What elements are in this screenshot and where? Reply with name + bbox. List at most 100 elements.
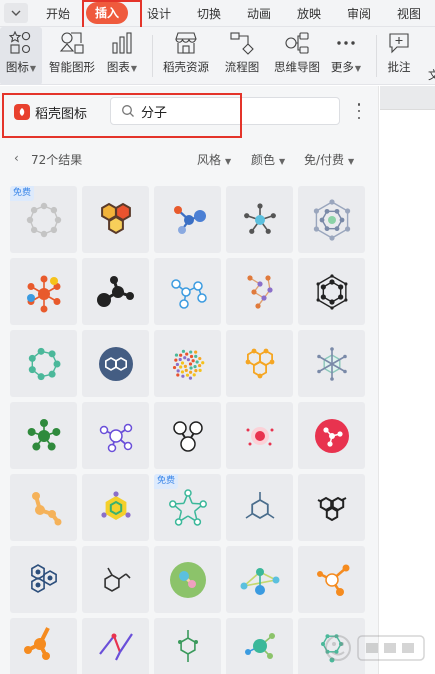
tab-review[interactable]: 审阅 — [347, 5, 371, 22]
icon-tile[interactable] — [226, 546, 293, 613]
tab-insert[interactable]: 插入 — [86, 2, 129, 24]
lineart-molecule-icon — [243, 202, 276, 234]
icon-tile[interactable] — [226, 618, 293, 674]
panel-more-button[interactable] — [356, 103, 362, 119]
colorful-atom-icon — [26, 275, 60, 312]
icon-button[interactable]: 图标▼ — [0, 27, 42, 85]
tab-animations[interactable]: 动画 — [247, 5, 271, 22]
icon-tile[interactable] — [10, 330, 77, 397]
icon-tile[interactable] — [82, 402, 149, 469]
icon-tile[interactable] — [154, 186, 221, 253]
search-input[interactable] — [141, 102, 331, 120]
flowchart-button[interactable]: 流程图 — [220, 27, 264, 85]
teal-partial-icon — [320, 633, 343, 662]
triangle-down-icon: ▼ — [225, 157, 232, 166]
back-chevron-icon[interactable]: ‹ — [14, 151, 19, 165]
icon-tile[interactable] — [154, 546, 221, 613]
ribbon: 图标▼ 智能图形 图表▼ 稻壳资源 流程图 思维导图 更多▼ 批注 文 — [0, 27, 435, 85]
ribbon-separator — [152, 35, 153, 77]
icon-tile[interactable] — [82, 546, 149, 613]
tab-view[interactable]: 视图 — [397, 5, 421, 22]
icon-tile[interactable] — [10, 546, 77, 613]
icon-tile[interactable] — [226, 402, 293, 469]
blue-branch-molecule-icon — [170, 278, 207, 309]
icon-tile[interactable] — [82, 258, 149, 325]
comment-icon — [389, 33, 409, 54]
filter-price-dropdown[interactable]: 免/付费 ▼ — [304, 151, 354, 168]
tab-transitions[interactable]: 切换 — [197, 5, 221, 22]
icon-tile[interactable] — [226, 330, 293, 397]
icon-tile[interactable] — [298, 546, 365, 613]
icon-tile[interactable] — [226, 186, 293, 253]
orange-molecule-partial-icon — [23, 626, 50, 660]
red-circle-molecule-icon — [314, 418, 349, 453]
structural-formula-icon — [103, 567, 131, 592]
filter-style-dropdown[interactable]: 风格 ▼ — [197, 151, 231, 168]
icon-tile[interactable] — [82, 474, 149, 541]
teal-structure-icon — [316, 346, 347, 381]
filter-price-label: 免/付费 — [304, 153, 345, 167]
icon-tile[interactable] — [298, 618, 365, 674]
pink-particle-icon — [246, 426, 273, 445]
mindmap-icon — [285, 32, 309, 54]
icon-tile[interactable] — [298, 186, 365, 253]
comment-label: 批注 — [387, 60, 411, 74]
tab-slideshow[interactable]: 放映 — [297, 5, 321, 22]
mindmap-button[interactable]: 思维导图 — [270, 27, 324, 85]
icon-tile[interactable] — [10, 258, 77, 325]
daoke-resources-button[interactable]: 稻壳资源 — [158, 27, 214, 85]
outline-molecule-icon — [172, 420, 203, 452]
more-button[interactable]: 更多▼ — [328, 27, 364, 85]
green-circle-molecule-icon — [169, 561, 206, 598]
daoke-logo-icon — [14, 104, 30, 120]
icon-tile[interactable] — [298, 474, 365, 541]
free-badge: 免费 — [154, 474, 179, 489]
menu-bar: 开始 插入 设计 切换 动画 放映 审阅 视图 — [0, 0, 435, 27]
menu-collapse-button[interactable] — [4, 3, 28, 23]
smartart-icon — [59, 32, 84, 54]
blue-molecule-icon — [173, 205, 206, 234]
icon-tile[interactable] — [154, 618, 221, 674]
icon-tile[interactable] — [226, 474, 293, 541]
benzene-ring-icon — [316, 273, 347, 310]
icon-tile[interactable] — [10, 402, 77, 469]
icon-tile[interactable] — [82, 330, 149, 397]
icon-button-label: 图标 — [5, 60, 29, 74]
icon-tile[interactable] — [298, 402, 365, 469]
triangle-down-icon: ▼ — [279, 157, 286, 166]
partial-ribbon-label: 文 — [428, 68, 435, 82]
icon-tile[interactable]: 免费 — [10, 186, 77, 253]
green-fan-molecule-icon — [240, 567, 279, 595]
slide-canvas-edge — [380, 86, 435, 674]
icon-tile[interactable] — [154, 330, 221, 397]
icon-tile[interactable] — [82, 186, 149, 253]
chart-button[interactable]: 图表▼ — [104, 27, 140, 85]
icon-tile[interactable] — [298, 258, 365, 325]
icon-tile[interactable]: 免费 — [154, 474, 221, 541]
search-field[interactable] — [110, 97, 340, 125]
filter-color-dropdown[interactable]: 颜色 ▼ — [251, 151, 285, 168]
icon-tile[interactable] — [226, 258, 293, 325]
tab-home[interactable]: 开始 — [46, 5, 70, 22]
caret-down-icon: ▼ — [130, 64, 138, 73]
orange-hexagons-icon — [245, 348, 274, 378]
icon-tile[interactable] — [298, 330, 365, 397]
free-badge: 免费 — [10, 186, 35, 201]
daoke-resources-label: 稻壳资源 — [163, 60, 209, 74]
icon-tile[interactable] — [154, 402, 221, 469]
smartart-button[interactable]: 智能图形 — [46, 27, 98, 85]
comment-button[interactable]: 批注 — [383, 27, 415, 85]
orange-atom-icon — [316, 564, 349, 596]
store-icon — [175, 32, 197, 54]
icon-tile[interactable] — [82, 618, 149, 674]
canvas-top-strip — [380, 86, 435, 110]
tab-design[interactable]: 设计 — [147, 5, 171, 22]
icon-tile[interactable] — [10, 618, 77, 674]
shapes-icon — [9, 31, 31, 54]
icon-tile[interactable] — [10, 474, 77, 541]
black-hexagon-network-icon — [317, 496, 346, 521]
icon-tile[interactable] — [154, 258, 221, 325]
hexagon-network-icon — [313, 198, 350, 241]
icon-panel: 稻壳图标 ‹ 72个结果 风格▼ 颜色▼ 免/付费▼ 免费免费 — [0, 86, 379, 674]
honeycomb-molecule-icon — [100, 202, 131, 234]
